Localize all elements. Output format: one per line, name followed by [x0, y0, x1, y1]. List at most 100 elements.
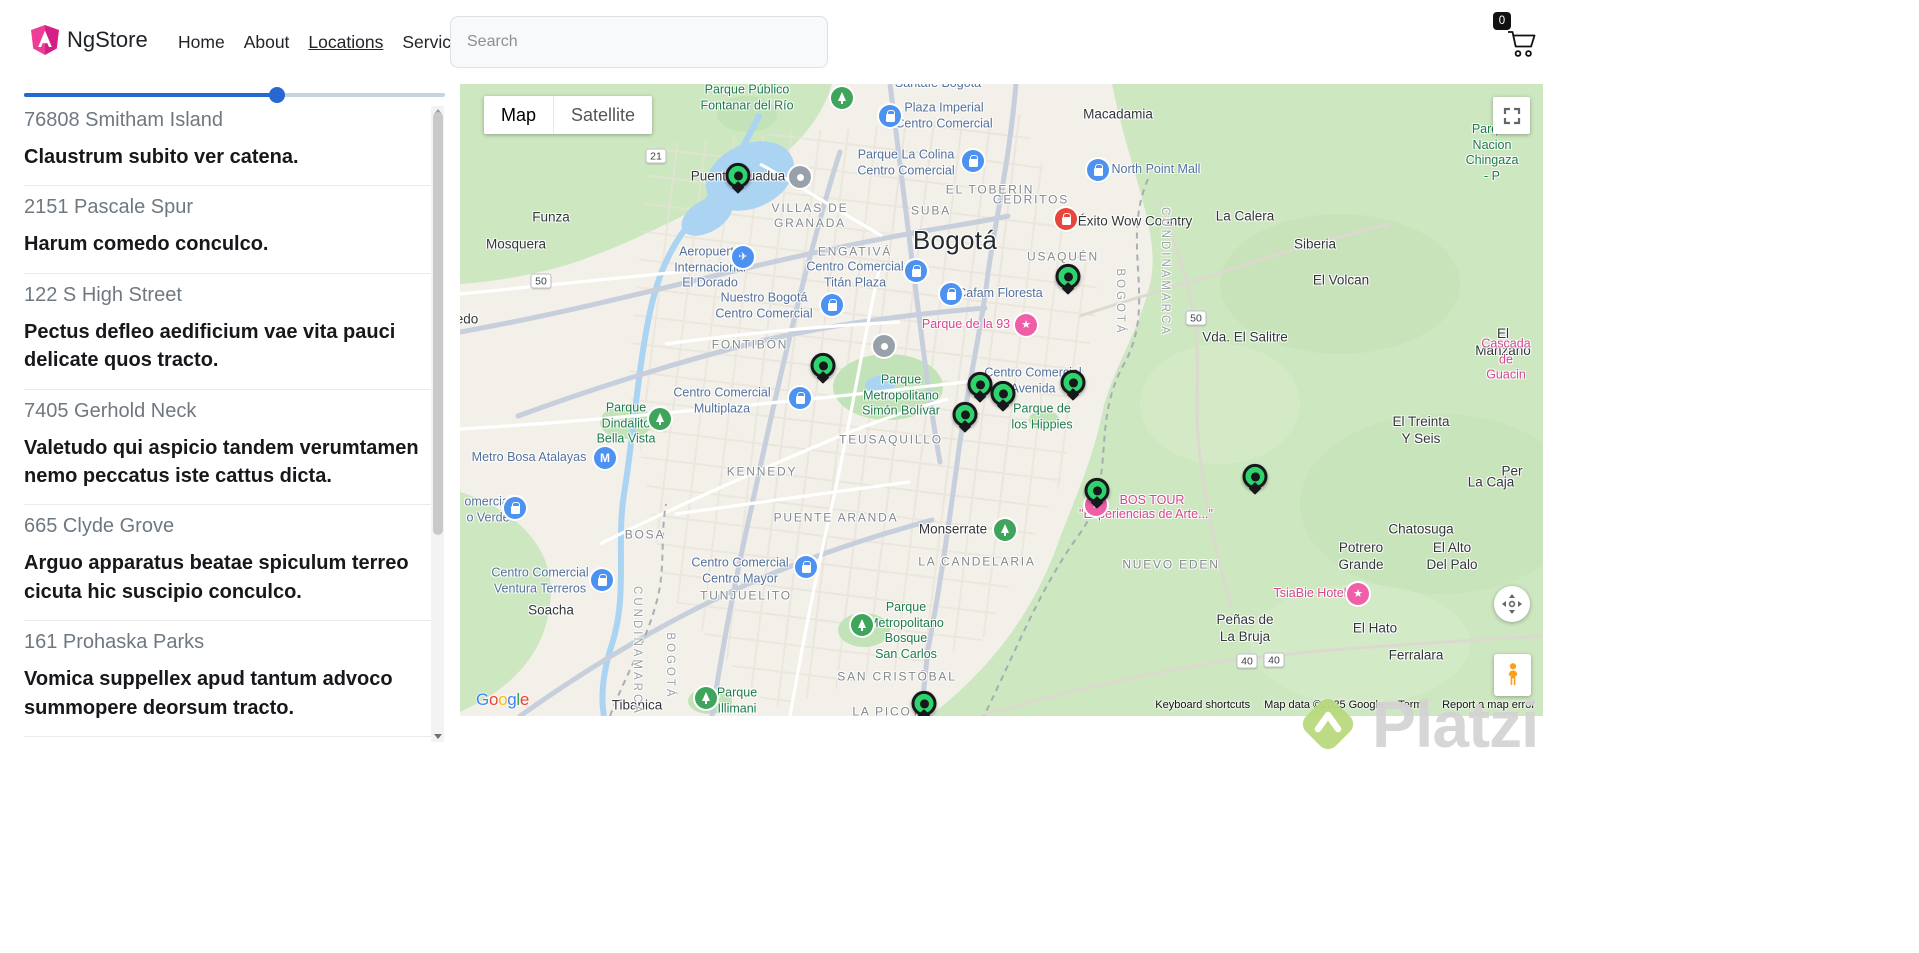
location-list-item[interactable]: 2151 Pascale Spur Harum comedo conculco.: [24, 186, 431, 274]
map-label: USAQUÉN: [1027, 249, 1099, 264]
metro-poi-icon: M: [594, 447, 616, 469]
map-label: Bogotá: [912, 224, 998, 255]
tree-poi-icon: [994, 519, 1016, 541]
location-title: 2151 Pascale Spur: [24, 196, 194, 219]
map-label: TEUSAQUILLO: [839, 432, 943, 447]
location-list-item[interactable]: 74418 Ash GroveStillicidium vulnero dere…: [24, 737, 431, 746]
store-location-marker[interactable]: [952, 401, 978, 433]
nav-link-about[interactable]: About: [244, 32, 290, 53]
scrollbar-down-arrow[interactable]: [431, 731, 444, 741]
map-label: TsiaBie Hotel: [1273, 586, 1347, 601]
map-label: Chatosuga: [1388, 521, 1454, 537]
map-label: BOGOTÁ: [1114, 268, 1127, 336]
pegman-icon: [1508, 663, 1517, 686]
location-list-item[interactable]: 665 Clyde Grove Arguo apparatus beatae sp…: [24, 505, 431, 622]
keyboard-shortcuts-link[interactable]: Keyboard shortcuts: [1155, 699, 1250, 711]
map-label: SUBA: [911, 203, 951, 218]
store-location-marker[interactable]: [725, 162, 751, 194]
store-location-marker[interactable]: [990, 380, 1016, 412]
header: NgStore HomeAboutLocationsServices 0: [0, 0, 1543, 84]
map-label: Cascada de Guacin: [1481, 336, 1531, 382]
map-label: El Hato: [1352, 620, 1398, 636]
map-label: Centro Comercial Ventura Terreros: [491, 565, 589, 595]
route-shield: 40: [1263, 652, 1285, 668]
platzi-logo-icon: [1302, 698, 1354, 750]
location-list-item[interactable]: 76808 Smitham Island Claustrum subito ver…: [24, 104, 431, 187]
store-location-marker[interactable]: [1060, 369, 1086, 401]
locations-scrollbar[interactable]: [431, 106, 444, 742]
location-list-item[interactable]: 122 S High Street Pectus defleo aedificiu…: [24, 274, 431, 390]
watermark-text: Platzi: [1372, 687, 1539, 761]
store-location-marker[interactable]: [911, 690, 937, 716]
map-label: El Treinta Y Seis: [1392, 414, 1450, 446]
map-label: La Calera: [1215, 208, 1275, 224]
nav-link-home[interactable]: Home: [178, 32, 225, 53]
search-input[interactable]: [450, 16, 828, 68]
location-description: Claustrum subito ver catena.: [24, 146, 299, 168]
location-title: 7405 Gerhold Neck: [24, 399, 197, 422]
map-label: Centro Comercial Centro Mayor: [691, 555, 789, 585]
store-location-marker[interactable]: [1084, 477, 1110, 509]
location-description: Pectus defleo aedificium vae vita pauci …: [24, 320, 396, 372]
gray-poi-icon: [789, 166, 811, 188]
slider-fill: [24, 93, 277, 97]
map-label: Monserrate: [918, 521, 988, 537]
range-slider[interactable]: [24, 87, 445, 103]
scrollbar-thumb[interactable]: [432, 112, 443, 535]
map-canvas[interactable]: Bogotá SUBA CEDRITOS EL TOBERIN VILLAS DE GR…: [460, 84, 1543, 716]
location-title: 665 Clyde Grove: [24, 515, 175, 538]
satellite-view-button[interactable]: Satellite: [553, 96, 652, 134]
tree-poi-icon: [649, 408, 671, 430]
platzi-watermark: Platzi: [1292, 686, 1539, 762]
map-label: Parque Dindalito Bella Vista: [596, 400, 656, 446]
cart-button[interactable]: 0: [1493, 12, 1538, 59]
brand[interactable]: NgStore: [30, 24, 148, 56]
location-description: Vomica suppellex apud tantum advoco summ…: [24, 668, 393, 719]
mall-poi-icon: [821, 294, 843, 316]
map-label: Nuestro Bogotá Centro Comercial: [715, 290, 813, 320]
map-label: FONTIBÓN: [711, 337, 789, 352]
location-list-item[interactable]: 7405 Gerhold Neck Valetudo qui aspicio ta…: [24, 390, 431, 506]
map-label: NUEVO EDEN: [1122, 557, 1220, 572]
map-label: Funza: [532, 209, 570, 225]
route-shield: 50: [1185, 310, 1207, 326]
map-label: Éxito Wow Country: [1077, 213, 1193, 229]
store-location-marker[interactable]: [810, 352, 836, 384]
map-label: Plaza Imperial Centro Comercial: [895, 100, 993, 130]
cart-count-badge: 0: [1493, 12, 1511, 30]
fullscreen-button[interactable]: [1493, 97, 1530, 134]
slider-thumb[interactable]: [268, 87, 285, 103]
map-label: Peñas de La Bruja: [1216, 612, 1274, 644]
store-location-marker[interactable]: [1242, 463, 1268, 495]
map-label: Parque Público Fontanar del Río: [700, 84, 794, 112]
map-label: LA CANDELARIA: [918, 554, 1036, 569]
map-label: Soacha: [528, 602, 574, 618]
map-label: CUNDINAMARCA: [1159, 207, 1172, 337]
nav-link-locations[interactable]: Locations: [308, 32, 383, 53]
map-label: Parque Illimani: [716, 685, 758, 715]
brand-name: NgStore: [67, 27, 148, 52]
mall-poi-icon: [591, 569, 613, 591]
google-logo[interactable]: Google: [476, 690, 529, 710]
store-location-marker[interactable]: [967, 371, 993, 403]
app-root: NgStore HomeAboutLocationsServices 0 768…: [0, 0, 1919, 953]
location-list-item[interactable]: 161 Prohaska Parks Vomica suppellex apud …: [24, 621, 431, 737]
map-view-button[interactable]: Map: [484, 96, 553, 134]
gray-poi-icon: [873, 335, 895, 357]
map-label: BOGOTÁ: [664, 632, 677, 700]
mall-poi-icon: [789, 387, 811, 409]
mall-poi-icon: [905, 260, 927, 282]
store-location-marker[interactable]: [1055, 263, 1081, 295]
map-label: Macadamia: [1083, 106, 1153, 122]
fullscreen-icon: [1503, 107, 1520, 124]
map-label: Santafé Bogotá: [895, 84, 981, 92]
mall-poi-icon: [795, 556, 817, 578]
cart-icon: [1508, 31, 1536, 57]
map-label: North Point Mall: [1111, 162, 1201, 177]
map-label: EL TOBERIN: [945, 182, 1035, 197]
map-label: Parque Metropolitano Bosque San Carlos: [868, 599, 944, 661]
location-title: 161 Prohaska Parks: [24, 631, 205, 654]
pan-control-button[interactable]: [1494, 586, 1530, 622]
mall-poi-icon: [940, 283, 962, 305]
pink-poi-icon: ★: [1015, 314, 1037, 336]
